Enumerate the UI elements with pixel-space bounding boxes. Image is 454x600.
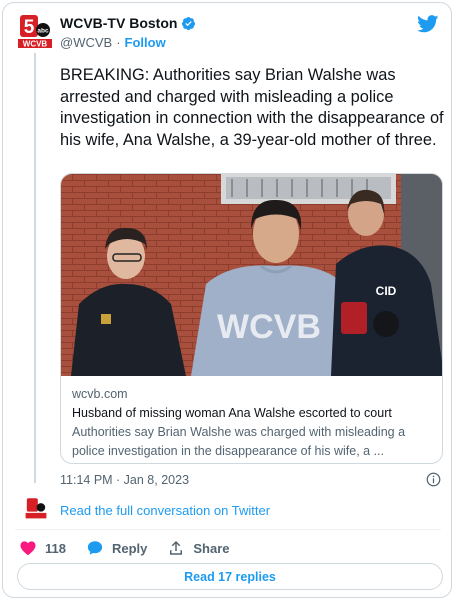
logo-network: abc — [37, 28, 49, 35]
tweet-text: BREAKING: Authorities say Brian Walshe w… — [60, 66, 444, 149]
heart-icon — [20, 541, 36, 556]
reply-button[interactable]: Reply — [86, 539, 147, 557]
account-name-row: WCVB-TV Boston — [60, 15, 196, 31]
link-meta: wcvb.com Husband of missing woman Ana Wa… — [72, 385, 434, 461]
photo-badge-text: CID — [376, 284, 397, 298]
twitter-bird-icon[interactable] — [417, 15, 439, 33]
account-handle[interactable]: @WCVB — [60, 35, 112, 50]
display-name[interactable]: WCVB-TV Boston — [60, 15, 177, 31]
action-bar: 118 Reply Share — [19, 539, 230, 557]
tweet-card: 5 abc WCVB WCVB-TV Boston @WCVB · Follow… — [2, 2, 452, 598]
link-preview-card[interactable]: CID WCVB wcvb.com Husband of missing wom… — [60, 173, 443, 464]
divider — [15, 529, 441, 530]
share-icon — [170, 540, 183, 555]
info-icon[interactable] — [426, 472, 441, 487]
share-label: Share — [193, 540, 230, 556]
like-button[interactable]: 118 — [19, 539, 66, 557]
like-count: 118 — [45, 540, 66, 556]
wcvb-avatar[interactable]: 5 abc WCVB — [17, 13, 53, 49]
wcvb-small-logo-icon — [25, 498, 47, 519]
read-conversation-link[interactable]: Read the full conversation on Twitter — [60, 503, 270, 518]
read-replies-button[interactable]: Read 17 replies — [17, 563, 443, 590]
reply-label: Reply — [111, 540, 148, 556]
separator-dot: · — [116, 35, 121, 50]
article-photo: CID WCVB — [61, 174, 442, 376]
link-title: Husband of missing woman Ana Walshe esco… — [72, 406, 392, 420]
link-description: Authorities say Brian Walshe was charged… — [72, 425, 406, 458]
handle-row: @WCVB · Follow — [60, 35, 166, 50]
link-domain: wcvb.com — [72, 387, 128, 401]
follow-link[interactable]: Follow — [125, 35, 166, 50]
share-button[interactable]: Share — [167, 539, 230, 557]
reply-bubble-icon — [87, 541, 103, 555]
photo-watermark: WCVB — [217, 308, 321, 346]
logo-text: WCVB — [23, 40, 48, 49]
logo-channel: 5 — [24, 17, 35, 38]
tweet-timestamp[interactable]: 11:14 PM · Jan 8, 2023 — [60, 473, 189, 487]
verified-badge-icon — [182, 16, 196, 30]
thread-line — [34, 53, 36, 483]
